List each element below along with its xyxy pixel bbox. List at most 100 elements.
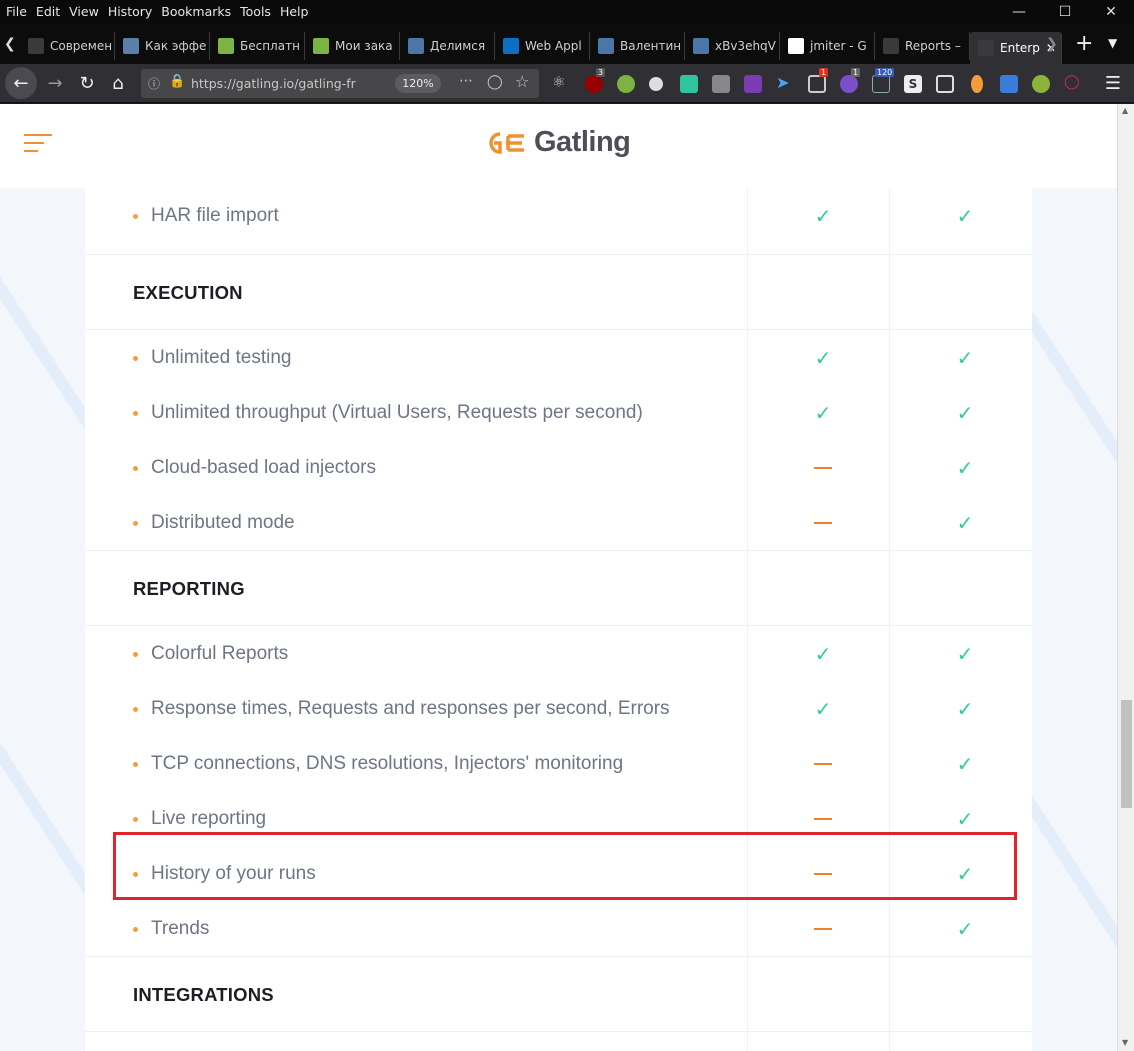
browser-tab[interactable]: Современ <box>20 32 115 60</box>
section-header: INTEGRATIONS <box>85 956 1032 1032</box>
forward-icon[interactable]: → <box>40 68 70 98</box>
screenshot-ext-icon[interactable] <box>936 75 954 93</box>
menu-bookmarks[interactable]: Bookmarks <box>161 4 231 19</box>
dash-icon <box>803 440 843 495</box>
ublock-icon[interactable] <box>585 75 603 93</box>
tab-label: Современ <box>50 39 113 53</box>
menu-history[interactable]: History <box>108 4 152 19</box>
home-icon[interactable]: ⌂ <box>103 68 133 98</box>
bullet-icon <box>133 521 138 526</box>
check-icon: ✓ <box>814 203 832 228</box>
logo-text: Gatling <box>534 126 631 158</box>
minimize-icon[interactable]: — <box>996 0 1042 24</box>
hamburger-menu-icon[interactable]: ☰ <box>1098 68 1128 98</box>
f-ext-icon[interactable] <box>840 75 858 93</box>
section-header: REPORTING <box>85 550 1032 626</box>
feature-label: HAR file import <box>151 204 279 226</box>
browser-tab[interactable]: Бесплатн <box>210 32 305 60</box>
menu-file[interactable]: File <box>6 4 27 19</box>
tabs-scroll-left-icon[interactable]: ❮ <box>4 36 16 52</box>
feature-label: Response times, Requests and responses p… <box>151 697 670 719</box>
url-bar[interactable]: ⓘ 🔒 https://gatling.io/gatling-fr 120% ⋯… <box>141 69 539 98</box>
zoom-indicator[interactable]: 120% <box>395 74 441 93</box>
browser-tab[interactable]: Как эффе <box>115 32 210 60</box>
react-devtools-icon[interactable]: ⚛ <box>552 73 570 91</box>
browser-tab[interactable]: Мои зака <box>305 32 400 60</box>
browser-tab[interactable]: Reports – <box>875 32 970 60</box>
page-actions-icon[interactable]: ⋯ <box>459 73 473 89</box>
tab-label: Валентин <box>620 39 682 53</box>
onenote-icon[interactable] <box>744 75 762 93</box>
browser-tab[interactable]: Web Appl <box>495 32 590 60</box>
cursor-ext-icon[interactable]: ➤ <box>776 73 794 92</box>
web-page: Gatling HAR file import ✓ ✓ EXECUTION Unlimi… <box>0 104 1117 1051</box>
menu-help[interactable]: Help <box>280 4 309 19</box>
globe-ext-icon[interactable] <box>1032 75 1050 93</box>
maximize-icon[interactable]: ☐ <box>1042 0 1088 24</box>
feature-label: TCP connections, DNS resolutions, Inject… <box>151 752 624 774</box>
gatling-logo[interactable]: Gatling <box>484 126 631 159</box>
bookmark-star-icon[interactable]: ☆ <box>515 72 529 91</box>
pocket-icon[interactable]: ◯ <box>487 74 503 90</box>
tab-list-icon[interactable]: ▼ <box>1108 36 1117 50</box>
browser-tab[interactable]: jmiter - G <box>780 32 875 60</box>
menu-tools[interactable]: Tools <box>240 4 271 19</box>
vk-icon <box>408 38 424 54</box>
check-icon: ✓ <box>956 345 974 370</box>
reload-icon[interactable]: ↻ <box>72 68 102 98</box>
page-scrollbar[interactable]: ▲ ▼ <box>1117 104 1134 1051</box>
translate-ext-icon[interactable] <box>1000 75 1018 93</box>
feature-label: Cloud-based load injectors <box>151 456 376 478</box>
bullet-icon <box>133 214 138 219</box>
check-icon: ✓ <box>956 203 974 228</box>
check-icon: ✓ <box>956 751 974 776</box>
tabs-scroll-right-icon[interactable]: ❯ <box>1046 36 1058 52</box>
mail-ext-icon[interactable] <box>808 75 826 93</box>
scroll-up-icon[interactable]: ▲ <box>1122 106 1128 115</box>
new-tab-icon[interactable]: + <box>1075 31 1093 56</box>
menu-edit[interactable]: Edit <box>36 4 60 19</box>
android-icon <box>218 38 234 54</box>
scroll-down-icon[interactable]: ▼ <box>1122 1038 1128 1047</box>
feature-comparison-table: HAR file import ✓ ✓ EXECUTION Unlimited test… <box>85 188 1032 1051</box>
bullet-icon <box>133 652 138 657</box>
info-icon[interactable]: ⓘ <box>148 75 160 92</box>
doc-icon <box>28 38 44 54</box>
f-badge: 1 <box>851 68 861 77</box>
android-ext-icon[interactable] <box>617 75 635 93</box>
feature-label: Trends <box>151 917 210 939</box>
close-window-icon[interactable]: ✕ <box>1088 0 1134 24</box>
menu-list: File Edit View History Bookmarks Tools Help <box>6 4 317 19</box>
menu-view[interactable]: View <box>69 4 99 19</box>
tab-label: Enterp <box>1000 41 1040 55</box>
site-menu-icon[interactable] <box>24 134 52 158</box>
scrollbar-thumb[interactable] <box>1121 700 1132 808</box>
section-title: EXECUTION <box>133 282 243 303</box>
feature-label: Colorful Reports <box>151 642 289 664</box>
bullet-icon <box>133 927 138 932</box>
check-icon: ✓ <box>956 400 974 425</box>
highlight-box <box>113 832 1017 900</box>
browser-tab[interactable]: Делимся <box>400 32 495 60</box>
counter-badge: 120 <box>875 68 895 77</box>
feature-label: Unlimited testing <box>151 346 292 368</box>
check-icon: ✓ <box>956 696 974 721</box>
back-icon[interactable]: ← <box>5 67 37 99</box>
check-icon: ✓ <box>814 345 832 370</box>
check-icon: ✓ <box>956 455 974 480</box>
feature-row: TCP connections, DNS resolutions, Inject… <box>85 736 1032 791</box>
cookie-ext-icon[interactable] <box>971 75 983 93</box>
feature-row: HAR file import ✓ ✓ <box>85 188 1032 243</box>
feature-label: Maven, SBT, Gradle <box>151 1032 321 1051</box>
red-ext-icon[interactable]: ◯ <box>1064 74 1082 92</box>
ghost-ext-icon[interactable] <box>649 77 663 91</box>
bullet-icon <box>133 762 138 767</box>
section-title: REPORTING <box>133 578 245 599</box>
save-ext-icon[interactable] <box>680 75 698 93</box>
s-ext-icon[interactable]: S <box>904 75 922 93</box>
counter-ext-icon[interactable] <box>872 75 890 93</box>
tab-label: Делимся <box>430 39 486 53</box>
browser-tab[interactable]: Валентин <box>590 32 685 60</box>
qs-ext-icon[interactable] <box>712 75 730 93</box>
browser-tab[interactable]: xBv3ehqV <box>685 32 780 60</box>
